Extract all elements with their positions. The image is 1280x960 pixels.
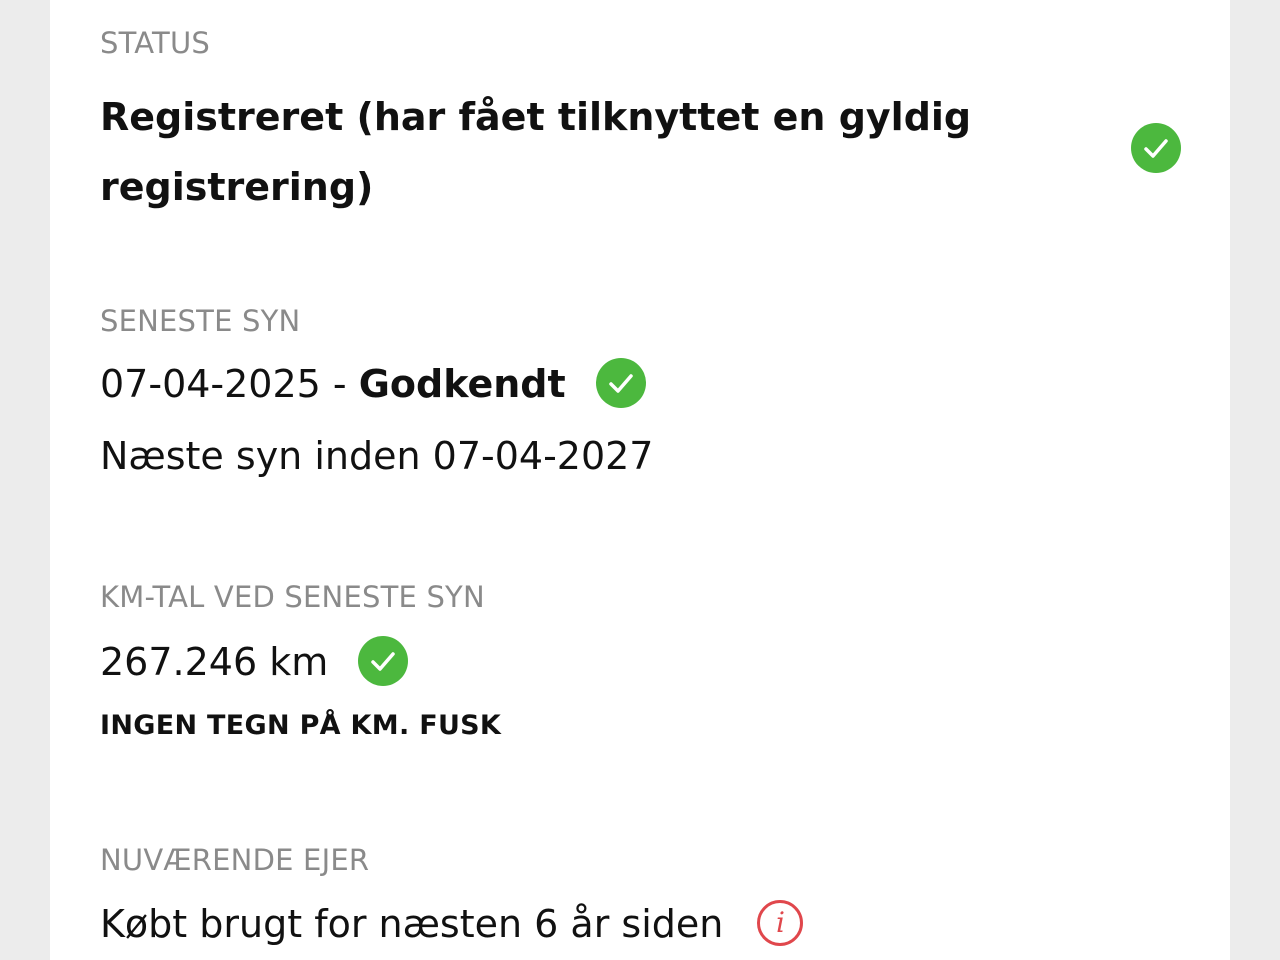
status-check-icon (1131, 123, 1181, 173)
owner-value: Købt brugt for næsten 6 år siden (100, 902, 724, 946)
status-value: Registreret (har fået tilknyttet en gyld… (100, 95, 972, 209)
inspection-separator: - (320, 362, 359, 406)
next-inspection: Næste syn inden 07-04-2027 (100, 434, 654, 478)
info-glyph: i (775, 905, 785, 939)
owner-row: Købt brugt for næsten 6 år siden i (100, 899, 804, 946)
mileage-value: 267.246 km (100, 640, 329, 684)
mileage-note: INGEN TEGN PÅ KM. FUSK (100, 710, 502, 741)
info-icon[interactable]: i (757, 899, 804, 946)
status-label: STATUS (100, 26, 211, 60)
inspection-check-icon (595, 357, 646, 408)
inspection-result: Godkendt (358, 362, 566, 406)
mileage-row: 267.246 km (100, 635, 409, 686)
inspection-label: SENESTE SYN (100, 304, 301, 338)
inspection-date: 07-04-2025 (100, 362, 321, 406)
mileage-label: KM-TAL VED SENESTE SYN (100, 580, 485, 614)
vehicle-info-card: STATUS Registreret (har fået tilknyttet … (50, 0, 1230, 960)
owner-label: NUVÆRENDE EJER (100, 843, 370, 877)
mileage-check-icon (358, 635, 409, 686)
inspection-row: 07-04-2025 - Godkendt (100, 357, 646, 408)
